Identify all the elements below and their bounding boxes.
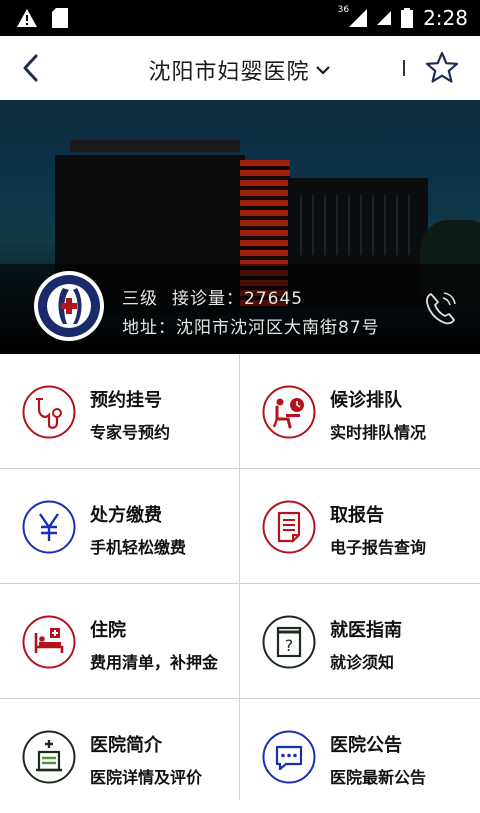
warning-icon [17,9,37,27]
menu-title: 住院 [90,620,126,641]
menu-hospitalization[interactable]: 住院 费用清单，补押金 [0,584,239,698]
menu-title: 处方缴费 [90,505,162,526]
menu-subtitle: 费用清单，补押金 [90,653,219,672]
menu-title: 医院简介 [90,735,162,756]
menu-subtitle: 专家号预约 [90,423,171,442]
menu-title: 候诊排队 [330,390,402,411]
favorite-star-button[interactable] [424,50,460,86]
visit-count: 接诊量：27645 [172,289,304,309]
building-windows [300,195,420,255]
report-icon [262,500,316,554]
guide-book-icon: ? [262,615,316,669]
menu-subtitle: 医院最新公告 [330,768,427,787]
menu-title: 预约挂号 [90,390,162,411]
menu-announcement[interactable]: 医院公告 医院最新公告 [240,699,479,813]
menu-hospital-intro[interactable]: 医院简介 医院详情及评价 [0,699,239,813]
hospital-stats: 三级 接诊量：27645 [122,284,317,309]
signal-icon-2 [377,11,392,25]
yen-icon [22,500,76,554]
signal-icon [349,9,368,27]
menu-report[interactable]: 取报告 电子报告查询 [240,469,479,583]
page-title: 沈阳市妇婴医院 [148,60,310,85]
menu-subtitle: 就诊须知 [330,653,395,672]
menu-payment[interactable]: 处方缴费 手机轻松缴费 [0,469,239,583]
hospital-selector[interactable]: 沈阳市妇婴医院 [0,54,480,86]
hospital-level: 三级 [122,289,158,309]
menu-guide[interactable]: ? 就医指南 就诊须知 [240,584,479,698]
menu-queue[interactable]: 候诊排队 实时排队情况 [240,354,479,468]
menu-title: 医院公告 [330,735,402,756]
svg-text:?: ? [285,636,294,655]
building-sign [70,140,240,152]
menu-title: 取报告 [330,505,384,526]
battery-icon [401,8,414,28]
menu-title: 就医指南 [330,620,402,641]
header-divider [403,60,405,76]
clock: 2:28 [423,6,468,30]
chevron-down-icon [315,66,330,75]
announcement-icon [262,730,316,784]
phone-icon[interactable] [421,288,459,328]
hospital-logo [34,271,104,341]
app-header: 沈阳市妇婴医院 [0,36,480,100]
network-type: 36 [337,5,350,15]
menu-subtitle: 实时排队情况 [330,423,427,442]
sd-card-icon [52,8,68,28]
hospital-banner: 三级 接诊量：27645 地址：沈阳市沈河区大南街87号 [0,100,480,354]
status-bar: 36 2:28 [0,0,480,36]
hospital-address: 地址：沈阳市沈河区大南街87号 [122,318,380,338]
menu-appointment[interactable]: 预约挂号 专家号预约 [0,354,239,468]
service-menu: 预约挂号 专家号预约 候诊排队 实时排队情况 处方缴费 手机轻松缴费 取报告 电… [0,354,480,800]
waiting-queue-icon [262,385,316,439]
menu-subtitle: 医院详情及评价 [90,768,203,787]
hospital-bed-icon [22,615,76,669]
hospital-building-icon [22,730,76,784]
stethoscope-icon [22,385,76,439]
menu-subtitle: 电子报告查询 [330,538,427,557]
menu-subtitle: 手机轻松缴费 [90,538,187,557]
